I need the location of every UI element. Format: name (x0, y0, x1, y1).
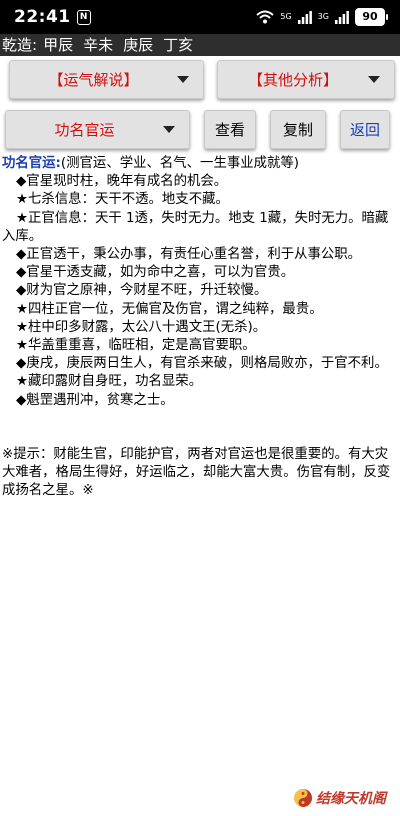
luck-analysis-dropdown[interactable]: 【运气解说】 (9, 60, 204, 99)
other-analysis-label: 【其他分析】 (247, 71, 338, 89)
status-right: 5G 3G 90 (256, 8, 388, 26)
tip-note: ※提示：财能生官，印能护官，两者对官运也是很重要的。有大灾大难者，格局生得好，好… (2, 446, 391, 499)
taichi-logo-icon (294, 789, 312, 807)
network-3g-label: 3G (318, 13, 329, 21)
view-button[interactable]: 查看 (204, 110, 256, 149)
signal-icon-2 (335, 10, 349, 24)
status-time: 22:41 (14, 7, 71, 27)
bazi-header: 乾造: 甲辰 辛未 庚辰 丁亥 (0, 34, 400, 56)
watermark-text: 结缘天机阁 (316, 791, 386, 807)
status-bar: 22:41 N 5G 3G 90 (0, 0, 400, 34)
bazi-pillar-year: 甲辰 (43, 36, 74, 54)
network-5g-label: 5G (280, 13, 291, 21)
section-subtitle: (测官运、学业、名气、一生事业成就等) (60, 156, 300, 171)
copy-button[interactable]: 复制 (270, 110, 326, 149)
analysis-line: ◆庚戌，庚辰两日生人，有官杀来破，则格局败亦，于官不利。 (16, 356, 388, 372)
analysis-line: ★七杀信息：天干不透。地支不藏。 (16, 192, 229, 208)
analysis-content: 功名官运:(测官运、学业、名气、一生事业成就等) ◆官星现时柱，晚年有成名的机会… (0, 155, 400, 500)
analysis-line: ★柱中印多财露，太公八十遇文王(无杀)。 (16, 319, 267, 335)
section-title: 功名官运: (2, 156, 61, 171)
analysis-line: ★正官信息：天干 1透，失时无力。地支 1藏，失时无力。暗藏入库。 (2, 210, 389, 244)
content-title-line: 功名官运:(测官运、学业、名气、一生事业成就等) (2, 155, 398, 173)
chevron-down-icon (368, 76, 380, 83)
analysis-line: ◆官星现时柱，晚年有成名的机会。 (16, 174, 228, 190)
analysis-line: ◆财为官之原神，今财星不旺，升迁较慢。 (16, 283, 268, 299)
wifi-icon (256, 10, 275, 24)
chevron-down-icon (177, 76, 189, 83)
bazi-pillar-day: 庚辰 (123, 36, 154, 54)
bazi-label: 乾造: (2, 36, 38, 54)
watermark: 结缘天机阁 (293, 788, 386, 808)
back-button[interactable]: 返回 (340, 110, 390, 149)
signal-icon-1 (297, 10, 312, 24)
analysis-line: ★藏印露财自身旺，功名显荣。 (16, 374, 203, 390)
net-bottom-label: 3G (317, 12, 329, 21)
battery-level: 90 (355, 8, 385, 26)
analysis-line: ◆魁罡遇刑冲，贫寒之士。 (16, 392, 174, 408)
status-left: 22:41 N (14, 7, 91, 27)
luck-analysis-label: 【运气解说】 (48, 71, 139, 89)
chevron-down-icon (163, 126, 175, 133)
analysis-line: ★华盖重重喜，临旺相，定是高官要职。 (16, 338, 256, 354)
analysis-line: ◆正官透干，秉公办事，有责任心重名誉，利于从事公职。 (16, 247, 362, 263)
notification-n-icon: N (76, 9, 91, 25)
bazi-pillar-month: 辛未 (83, 36, 114, 54)
other-analysis-dropdown[interactable]: 【其他分析】 (217, 60, 395, 99)
category-dropdown[interactable]: 功名官运 (5, 110, 190, 149)
category-label: 功名官运 (54, 121, 115, 139)
analysis-line: ◆官星干透支藏，如为命中之喜，可以为官贵。 (16, 265, 295, 281)
net-top-label: 5G (280, 12, 292, 21)
analysis-line: ★四柱正官一位，无偏官及伤官，谓之纯粹，最贵。 (16, 301, 323, 317)
bazi-pillar-hour: 丁亥 (163, 36, 194, 54)
battery-icon: 90 (355, 8, 388, 26)
